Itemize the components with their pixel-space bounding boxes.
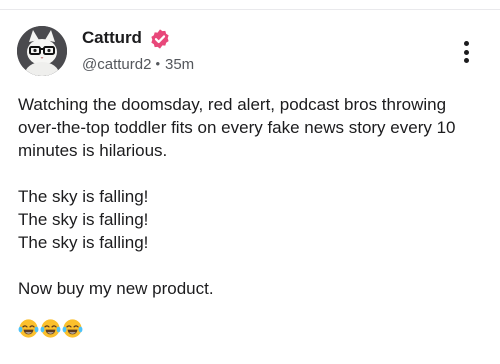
- tears-of-joy-emoji-icon: [40, 318, 61, 340]
- more-options-icon: [464, 49, 469, 55]
- more-options-icon: [464, 58, 469, 63]
- tears-of-joy-emoji-icon: [18, 318, 39, 340]
- post-paragraph: Watching the doomsday, red alert, podcas…: [18, 95, 456, 160]
- post-paragraph: Now buy my new product.: [18, 279, 214, 298]
- avatar[interactable]: [17, 26, 67, 76]
- verified-badge-icon: [151, 29, 169, 49]
- author-name[interactable]: Catturd: [82, 28, 142, 48]
- author-meta: @catturd2 • 35m: [82, 55, 194, 74]
- post-text: Watching the doomsday, red alert, podcas…: [18, 93, 488, 300]
- cat-avatar-icon: [17, 26, 67, 76]
- top-divider: [0, 9, 500, 10]
- post-timestamp[interactable]: 35m: [165, 56, 194, 73]
- tears-of-joy-emoji-icon: [62, 318, 83, 340]
- more-options-icon: [464, 41, 469, 46]
- post-paragraph: The sky is falling! The sky is falling! …: [18, 187, 149, 252]
- emoji-row: [18, 318, 83, 340]
- meta-separator: •: [155, 56, 160, 71]
- author-handle[interactable]: @catturd2: [82, 56, 151, 73]
- more-options-button[interactable]: [456, 38, 478, 66]
